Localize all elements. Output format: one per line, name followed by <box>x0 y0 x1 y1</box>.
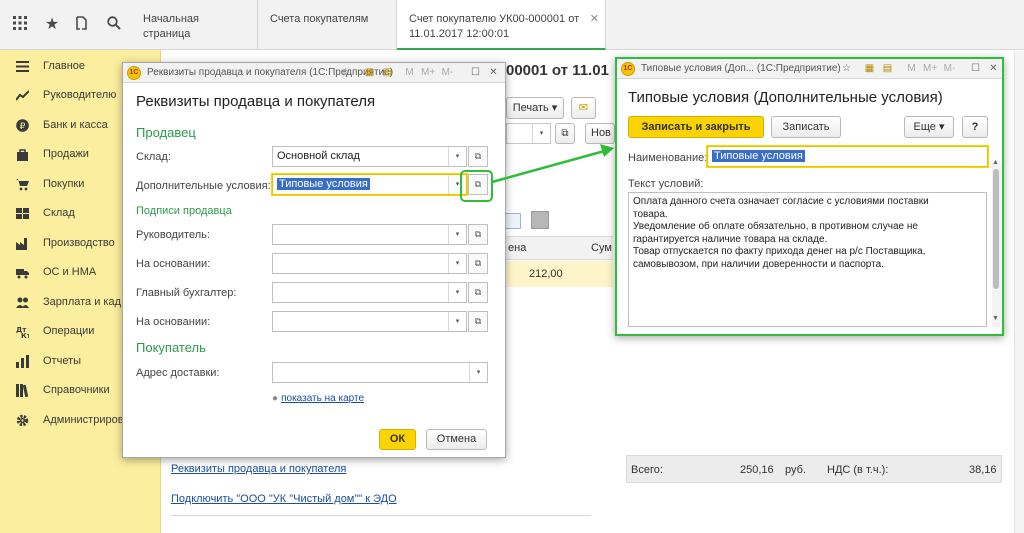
terms-text-line: товара. <box>633 208 668 220</box>
name-field[interactable]: Типовые условия <box>707 146 988 167</box>
more-button-label: Еще <box>913 121 936 133</box>
scroll-down-icon[interactable]: ▼ <box>992 315 999 322</box>
scroll-up-icon[interactable]: ▲ <box>992 159 999 166</box>
terms-text-line: Уведомление об оплате обязательно, в про… <box>633 221 918 232</box>
chevron-down-icon: ▾ <box>938 121 945 133</box>
scrollbar-thumb[interactable] <box>993 169 999 289</box>
terms-dialog-heading: Типовые условия (Дополнительные условия) <box>628 89 943 106</box>
name-label: Наименование: <box>628 152 708 164</box>
terms-dialog: 1С Типовые условия (Доп... (1С:Предприят… <box>615 57 1004 336</box>
favorite-icon[interactable]: ☆ <box>840 62 853 75</box>
memory-minus-icon[interactable]: M- <box>943 62 956 75</box>
terms-dialog-window-title: Типовые условия (Доп... (1С:Предприятие) <box>641 63 841 74</box>
terms-text-line: Оплата данного счета означает согласие с… <box>633 196 929 207</box>
terms-text-line: самовывозом, при наличии доверенности и … <box>633 258 884 270</box>
terms-text-line: гарантируется наличие товара на складе. <box>633 233 828 245</box>
save-and-close-button[interactable]: Записать и закрыть <box>628 116 764 138</box>
save-button[interactable]: Записать <box>771 116 841 138</box>
maximize-icon[interactable]: ☐ <box>969 62 982 75</box>
calculator-icon[interactable]: ▦ <box>863 62 876 75</box>
calendar-icon[interactable]: ▤ <box>881 62 894 75</box>
memory-plus-icon[interactable]: M+ <box>923 62 937 75</box>
save-button-label: Записать <box>782 121 830 133</box>
terms-dialog-titlebar[interactable]: 1С Типовые условия (Доп... (1С:Предприят… <box>617 59 1002 79</box>
terms-text-line: Товар отпускается по факту прихода денег… <box>633 246 926 257</box>
text-label: Текст условий: <box>628 178 704 190</box>
help-button-label: ? <box>971 121 979 133</box>
more-button[interactable]: Еще ▾ <box>904 116 954 138</box>
close-icon[interactable]: ✕ <box>987 62 1000 75</box>
terms-dialog-scrollbar[interactable]: ▲ ▼ <box>992 159 1001 327</box>
save-and-close-label: Записать и закрыть <box>641 121 751 133</box>
help-button[interactable]: ? <box>962 116 988 138</box>
1c-logo-icon: 1С <box>621 62 635 76</box>
name-value: Типовые условия <box>712 150 805 162</box>
memory-m-icon[interactable]: M <box>905 62 918 75</box>
terms-textarea[interactable]: Оплата данного счета означает согласие с… <box>628 192 987 327</box>
